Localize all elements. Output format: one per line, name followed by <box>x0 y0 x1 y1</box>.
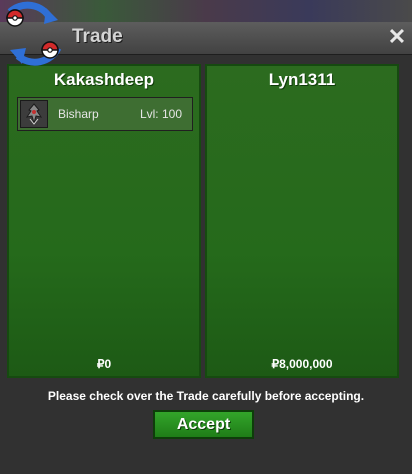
item-level: Lvl: 100 <box>139 107 182 121</box>
trade-notice: Please check over the Trade carefully be… <box>47 389 365 403</box>
player-name-self: Kakashdeep <box>53 70 155 89</box>
close-button[interactable]: ✕ <box>386 24 408 50</box>
item-name: Bisharp <box>58 107 99 121</box>
trade-window: Trade ✕ Kakashdeep Bisharp Lvl: 100 ₽0 L… <box>0 22 412 474</box>
bisharp-sprite-icon <box>20 100 48 128</box>
money-offer-other: ₽8,000,000 <box>271 357 333 371</box>
trade-item-slot[interactable]: Bisharp Lvl: 100 <box>17 97 193 131</box>
trade-panel-self: Kakashdeep Bisharp Lvl: 100 ₽0 <box>7 64 201 378</box>
trade-swap-icon <box>6 1 62 66</box>
trade-panel-other: Lyn1311 ₽8,000,000 <box>205 64 399 378</box>
accept-button[interactable]: Accept <box>153 410 254 439</box>
player-name-other: Lyn1311 <box>268 70 336 89</box>
window-title: Trade <box>72 26 123 47</box>
money-offer-self: ₽0 <box>96 357 112 371</box>
